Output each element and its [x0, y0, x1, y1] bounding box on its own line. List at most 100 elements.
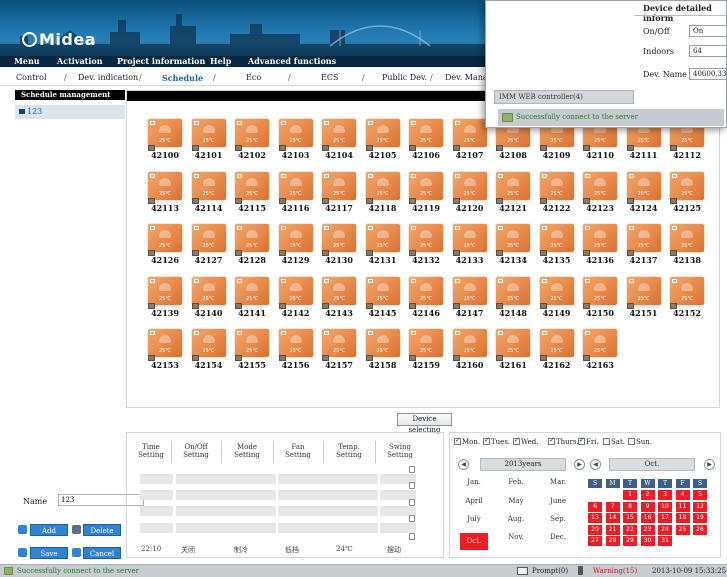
weekday-checkbox[interactable]: Sun.	[628, 438, 652, 446]
device-tile[interactable]: 25℃ 42116	[278, 171, 313, 213]
month-cell[interactable]: Dec.	[544, 533, 572, 541]
weekday-checkbox[interactable]: Wed.	[513, 436, 538, 446]
device-tile[interactable]: 25℃ 42161	[496, 329, 530, 370]
day-cell[interactable]: 31	[658, 536, 672, 546]
weekday-checkbox[interactable]: Thurs.	[548, 436, 579, 446]
schedule-cell[interactable]	[226, 523, 276, 533]
month-cell[interactable]: May	[502, 497, 530, 505]
device-tile[interactable]: 25℃ 42123	[583, 171, 617, 213]
month-cell[interactable]: Aug.	[502, 515, 530, 523]
schedule-cell[interactable]	[226, 490, 276, 500]
tab-dev-indication[interactable]: Dev. indication	[78, 73, 138, 82]
device-tile[interactable]: 25℃ 42132	[409, 224, 443, 265]
device-tile[interactable]: 25℃ 42162	[539, 329, 574, 370]
prev-year-button[interactable]: ◀	[458, 459, 469, 470]
controller-tree-item[interactable]: IMM WEB controller(4)	[494, 90, 634, 104]
device-tile[interactable]: 25℃ 42139	[148, 276, 182, 318]
device-tile[interactable]: 25℃ 42159	[409, 329, 443, 370]
day-cell[interactable]: 11	[675, 501, 690, 512]
trash-icon[interactable]	[409, 515, 415, 522]
schedule-cell[interactable]	[140, 490, 173, 500]
day-cell[interactable]: 1	[623, 490, 637, 500]
day-cell[interactable]: 22	[623, 524, 637, 535]
device-tile[interactable]: 25℃ 42145	[365, 276, 400, 318]
prompt-count[interactable]: Prompt(0)	[532, 565, 568, 577]
day-cell[interactable]: 24	[658, 524, 672, 535]
tab-control[interactable]: Control	[16, 73, 47, 82]
day-cell[interactable]: 29	[623, 536, 637, 546]
schedule-cell[interactable]	[328, 523, 378, 533]
device-tile[interactable]: 25℃ 42124	[626, 171, 661, 213]
tab-ecs[interactable]: ECS	[321, 73, 338, 82]
row-temp-value[interactable]: 24℃	[336, 545, 353, 553]
schedule-cell[interactable]	[176, 474, 226, 484]
month-cell[interactable]: Feb.	[502, 478, 530, 486]
schedule-cell[interactable]	[176, 490, 226, 500]
device-tile[interactable]: 25℃ 42150	[583, 276, 617, 318]
row-fan-value[interactable]: 低档	[285, 545, 299, 555]
device-tile[interactable]: 25℃ 42105	[365, 119, 400, 160]
device-selecting-button[interactable]: Device selecting	[397, 413, 452, 434]
day-cell[interactable]: 7	[605, 501, 620, 512]
day-cell[interactable]: 12	[693, 501, 707, 512]
day-cell[interactable]: 14	[605, 513, 620, 523]
trash-icon[interactable]	[409, 533, 415, 540]
day-cell[interactable]: 5	[693, 490, 707, 500]
device-tile[interactable]: 25℃ 42158	[365, 329, 400, 370]
day-cell[interactable]: 17	[658, 513, 672, 523]
checkbox-icon[interactable]	[483, 436, 490, 445]
device-tile[interactable]: 25℃ 42115	[235, 171, 269, 213]
day-cell[interactable]: 25	[675, 524, 690, 535]
tree-item-schedule[interactable]: 123	[15, 105, 125, 119]
schedule-cell[interactable]	[278, 490, 328, 500]
checkbox-icon[interactable]	[628, 438, 635, 445]
trash-icon[interactable]	[409, 482, 415, 489]
device-tile[interactable]: 25℃ 42121	[496, 171, 530, 213]
next-year-button[interactable]: ▶	[574, 459, 585, 470]
day-cell[interactable]: 30	[640, 536, 655, 546]
row-time-value[interactable]: 22:10	[141, 545, 161, 553]
month-cell[interactable]: Sep.	[544, 515, 572, 523]
device-tile[interactable]: 25℃ 42137	[626, 224, 661, 265]
row-mode-value[interactable]: 制冷	[234, 545, 248, 555]
schedule-cell[interactable]	[176, 506, 226, 516]
device-tile[interactable]: 25℃ 42148	[496, 276, 530, 318]
schedule-cell[interactable]	[380, 523, 416, 533]
month-cell[interactable]: July	[460, 515, 488, 523]
device-tile[interactable]: 25℃ 42103	[278, 119, 313, 160]
day-cell[interactable]: 18	[675, 513, 690, 523]
schedule-row[interactable]	[132, 523, 416, 533]
devname-field[interactable]: 40600,33	[689, 68, 727, 80]
month-cell[interactable]: Mar.	[544, 478, 572, 486]
schedule-cell[interactable]	[140, 474, 173, 484]
device-tile[interactable]: 25℃ 42106	[409, 119, 443, 160]
device-tile[interactable]: 25℃ 42131	[365, 224, 400, 265]
day-cell[interactable]: 15	[623, 513, 637, 523]
tab-public-dev[interactable]: Public Dev.	[382, 73, 427, 82]
day-cell[interactable]: 20	[588, 524, 602, 535]
device-tile[interactable]: 25℃ 42160	[452, 329, 487, 370]
device-tile[interactable]: 25℃ 42126	[148, 224, 182, 265]
schedule-cell[interactable]	[328, 474, 378, 484]
schedule-cell[interactable]	[226, 506, 276, 516]
tab-dev-management[interactable]: Dev. Mana	[445, 73, 488, 82]
next-month-button[interactable]: ▶	[704, 459, 715, 470]
day-cell[interactable]: 4	[675, 490, 690, 500]
day-cell[interactable]: 27	[588, 536, 602, 546]
weekday-checkbox[interactable]: Sat.	[603, 438, 625, 446]
device-tile[interactable]: 25℃ 42157	[322, 329, 356, 370]
day-cell[interactable]: 13	[588, 513, 602, 523]
device-tile[interactable]: 25℃ 42153	[148, 329, 182, 370]
month-cell[interactable]: Oct.	[460, 533, 488, 550]
device-tile[interactable]: 25℃ 42120	[452, 171, 487, 213]
schedule-cell[interactable]	[176, 523, 226, 533]
schedule-cell[interactable]	[328, 490, 378, 500]
day-cell[interactable]: 3	[658, 490, 672, 500]
day-cell[interactable]: 26	[693, 524, 707, 535]
schedule-cell[interactable]	[140, 506, 173, 516]
schedule-row[interactable]	[132, 474, 416, 484]
device-tile[interactable]: 25℃ 42134	[496, 224, 530, 265]
day-cell[interactable]: 2	[640, 490, 655, 500]
weekday-checkbox[interactable]: Fri.	[578, 436, 599, 446]
day-cell[interactable]: 28	[605, 536, 620, 546]
